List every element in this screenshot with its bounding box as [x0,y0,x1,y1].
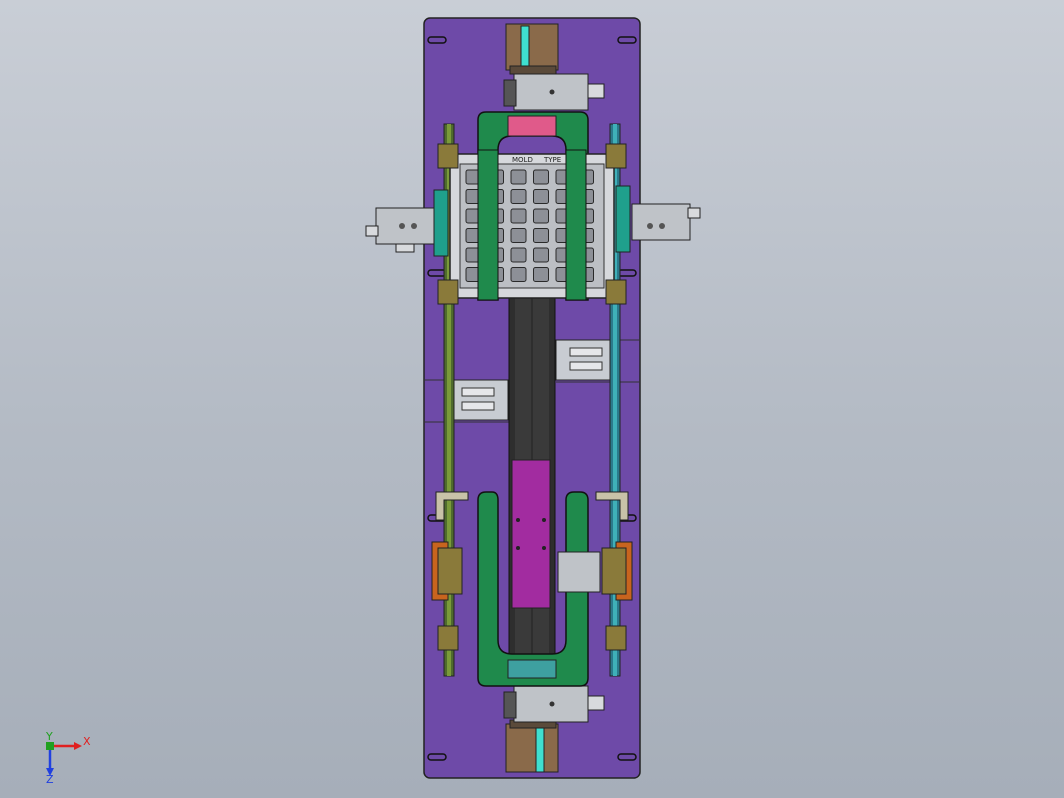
top-motor [505,23,559,75]
tray-cell [533,267,549,282]
left-side-cylinder [365,189,449,257]
x-axis-arrowhead [74,742,82,750]
tray-cell [533,208,549,224]
cad-viewport[interactable]: MOLD TYPE [0,0,1064,798]
tray-cell [510,208,527,224]
tray-cell [510,189,527,204]
tray-cell [510,247,527,263]
y-axis-label: Y [45,732,53,743]
tray-label-left: MOLD [512,156,533,164]
tray-cell [533,228,549,243]
right-sensor-block [555,339,611,381]
tray-cell [510,228,527,243]
tray-label-right: TYPE [543,156,561,164]
tray-cell [510,169,527,185]
z-axis-label: Z [46,773,54,784]
right-side-cylinder [615,185,701,253]
slide-block [511,459,551,609]
coordinate-triad: X Y Z [45,732,91,784]
tray-cell [533,247,549,263]
tray-cell [510,267,527,282]
tray-cell [533,169,549,185]
left-sensor-block [453,379,509,421]
y-axis-marker [46,742,54,750]
x-axis-label: X [83,735,91,748]
tray-cell [533,189,549,204]
bottom-motor [505,719,559,773]
